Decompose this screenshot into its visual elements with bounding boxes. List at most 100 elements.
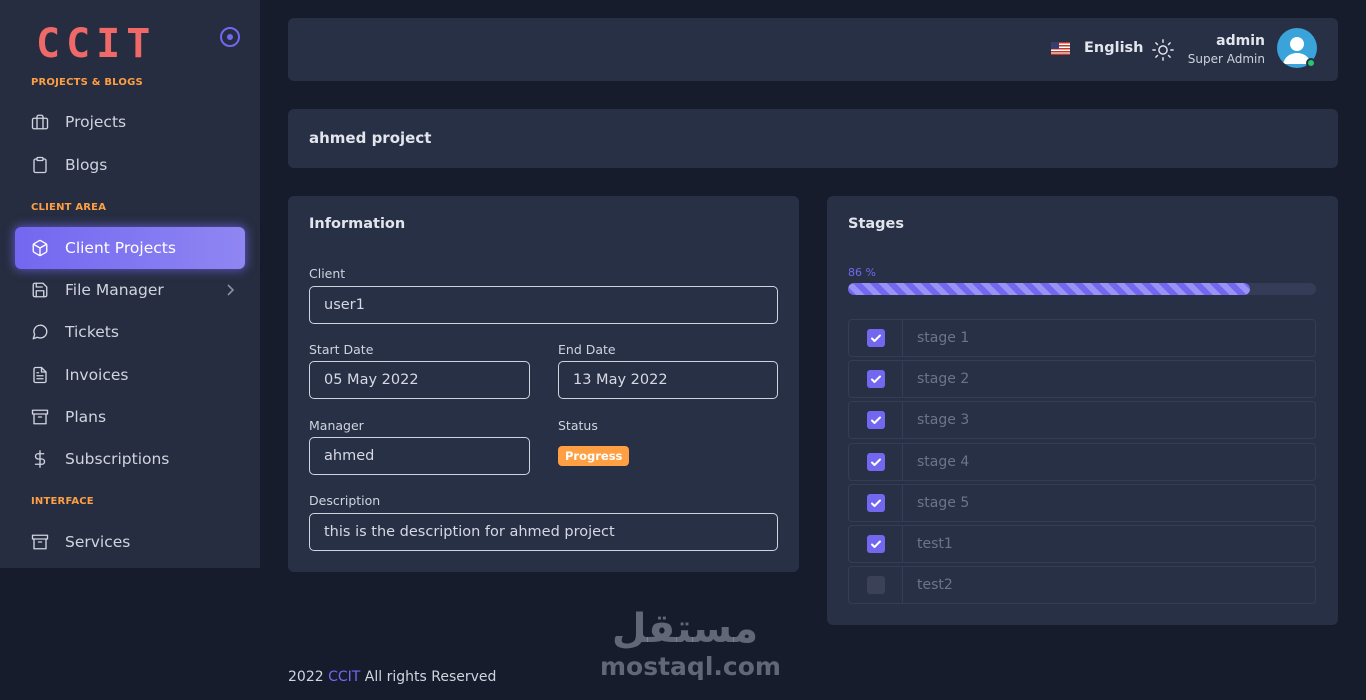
ccit-logo[interactable]: CCIT [36, 24, 156, 64]
information-title: Information [309, 216, 406, 232]
sidebar-item-file-manager[interactable]: File Manager [15, 269, 245, 311]
information-card: Information Client user1 Start Date 05 M… [288, 196, 799, 572]
start-date-label: Start Date [309, 342, 374, 357]
stage-checkbox-cell [849, 526, 903, 562]
sun-icon[interactable] [1152, 39, 1174, 61]
clipboard-icon [31, 156, 49, 174]
stage-label: stage 4 [917, 453, 970, 470]
stage-checkbox[interactable] [866, 535, 885, 553]
sidebar-item-invoices[interactable]: Invoices [15, 354, 245, 396]
stage-label: test1 [917, 536, 953, 552]
message-circle-icon [31, 323, 49, 341]
sidebar: CCIT PROJECTS & BLOGS Projects Blogs CLI… [0, 0, 260, 568]
stages-title: Stages [848, 216, 905, 232]
sidebar-item-services[interactable]: Services [15, 521, 245, 563]
description-label: Description [309, 493, 381, 508]
sidebar-item-label: Plans [65, 408, 107, 426]
end-date-field[interactable]: 13 May 2022 [558, 361, 778, 399]
page-title: ahmed project [309, 129, 432, 147]
description-field[interactable]: this is the description for ahmed projec… [309, 513, 778, 551]
stage-checkbox-cell [849, 567, 903, 604]
stage-label: stage 1 [917, 330, 970, 346]
file-text-icon [31, 366, 49, 384]
stage-checkbox-cell [849, 361, 903, 398]
stages-card: Stages 86 % stage 1 stage 2 stage 3 stage 4… [827, 196, 1338, 625]
save-icon [31, 281, 49, 299]
check-icon [870, 540, 881, 548]
stage-row: stage 2 [848, 360, 1316, 399]
footer: 2022 CCIT All rights Reserved [288, 669, 496, 685]
stage-row: stage 4 [848, 442, 1316, 481]
progress-bar [848, 283, 1316, 295]
sidebar-item-label: Tickets [65, 323, 119, 341]
archive-icon [31, 408, 49, 426]
stage-checkbox[interactable] [866, 452, 885, 471]
sidebar-item-label: Blogs [65, 156, 108, 174]
progress-bar-fill [848, 283, 1251, 295]
online-status-dot [1306, 58, 1316, 68]
stage-label: stage 3 [917, 412, 970, 429]
manager-label: Manager [309, 418, 364, 433]
check-icon [870, 416, 881, 425]
chevron-right-icon [225, 283, 235, 297]
dollar-icon [31, 450, 49, 468]
user-name: admin [1216, 33, 1265, 49]
stage-checkbox[interactable] [866, 370, 885, 389]
client-label: Client [309, 266, 346, 281]
end-date-label: End Date [558, 342, 616, 357]
sidebar-item-plans[interactable]: Plans [15, 396, 245, 438]
stage-checkbox-cell [849, 443, 903, 480]
section-title-interface: INTERFACE [31, 496, 94, 507]
sidebar-item-blogs[interactable]: Blogs [15, 144, 245, 186]
stage-checkbox[interactable] [866, 411, 885, 430]
stage-label: stage 2 [917, 371, 970, 388]
mostaql-watermark: مستقل mostaql.com [600, 605, 781, 690]
manager-field[interactable]: ahmed [309, 437, 530, 475]
stage-row: test1 [848, 525, 1316, 563]
stage-row: stage 1 [848, 319, 1316, 357]
footer-brand-link[interactable]: CCIT [328, 669, 360, 685]
archive-icon [31, 533, 49, 551]
section-title-projects-blogs: PROJECTS & BLOGS [31, 77, 143, 88]
stage-row: test2 [848, 566, 1316, 605]
box-icon [31, 239, 49, 257]
watermark-arabic: مستقل [611, 606, 759, 652]
stage-label: stage 5 [917, 494, 970, 511]
page-title-card: ahmed project [288, 109, 1338, 168]
sidebar-item-projects[interactable]: Projects [15, 101, 245, 143]
sidebar-item-label: Projects [65, 113, 127, 131]
check-icon [870, 499, 881, 507]
briefcase-icon [31, 113, 49, 131]
start-date-field[interactable]: 05 May 2022 [309, 361, 530, 399]
sidebar-item-client-projects[interactable]: Client Projects [15, 227, 245, 269]
status-label: Status [558, 418, 598, 433]
sidebar-item-label: Services [65, 533, 131, 551]
stage-checkbox-cell [849, 402, 903, 439]
sidebar-item-label: File Manager [65, 281, 164, 299]
footer-year: 2022 [288, 669, 324, 685]
check-icon [870, 458, 881, 466]
stage-label: test2 [917, 577, 953, 594]
sidebar-item-label: Client Projects [65, 239, 176, 257]
stage-checkbox[interactable] [866, 493, 885, 512]
us-flag-icon[interactable] [1051, 42, 1070, 55]
check-icon [870, 334, 881, 342]
sidebar-item-subscriptions[interactable]: Subscriptions [15, 438, 245, 480]
top-navbar: English admin Super Admin [288, 18, 1338, 81]
watermark-latin: mostaql.com [600, 652, 781, 681]
footer-rights: All rights Reserved [364, 669, 497, 685]
check-icon [870, 375, 881, 384]
client-field[interactable]: user1 [309, 286, 778, 324]
stage-checkbox-cell [849, 320, 903, 356]
progress-percent: 86 % [848, 266, 876, 279]
sidebar-item-tickets[interactable]: Tickets [15, 311, 245, 353]
stage-checkbox-cell [849, 484, 903, 521]
language-selector[interactable]: English [1084, 40, 1144, 56]
status-badge: Progress [558, 446, 630, 466]
user-role: Super Admin [1187, 52, 1265, 66]
sidebar-toggle-icon[interactable] [220, 27, 240, 47]
stage-checkbox[interactable] [866, 329, 885, 347]
stage-checkbox[interactable] [866, 576, 885, 595]
stage-row: stage 5 [848, 483, 1316, 522]
sidebar-item-label: Subscriptions [65, 450, 170, 468]
